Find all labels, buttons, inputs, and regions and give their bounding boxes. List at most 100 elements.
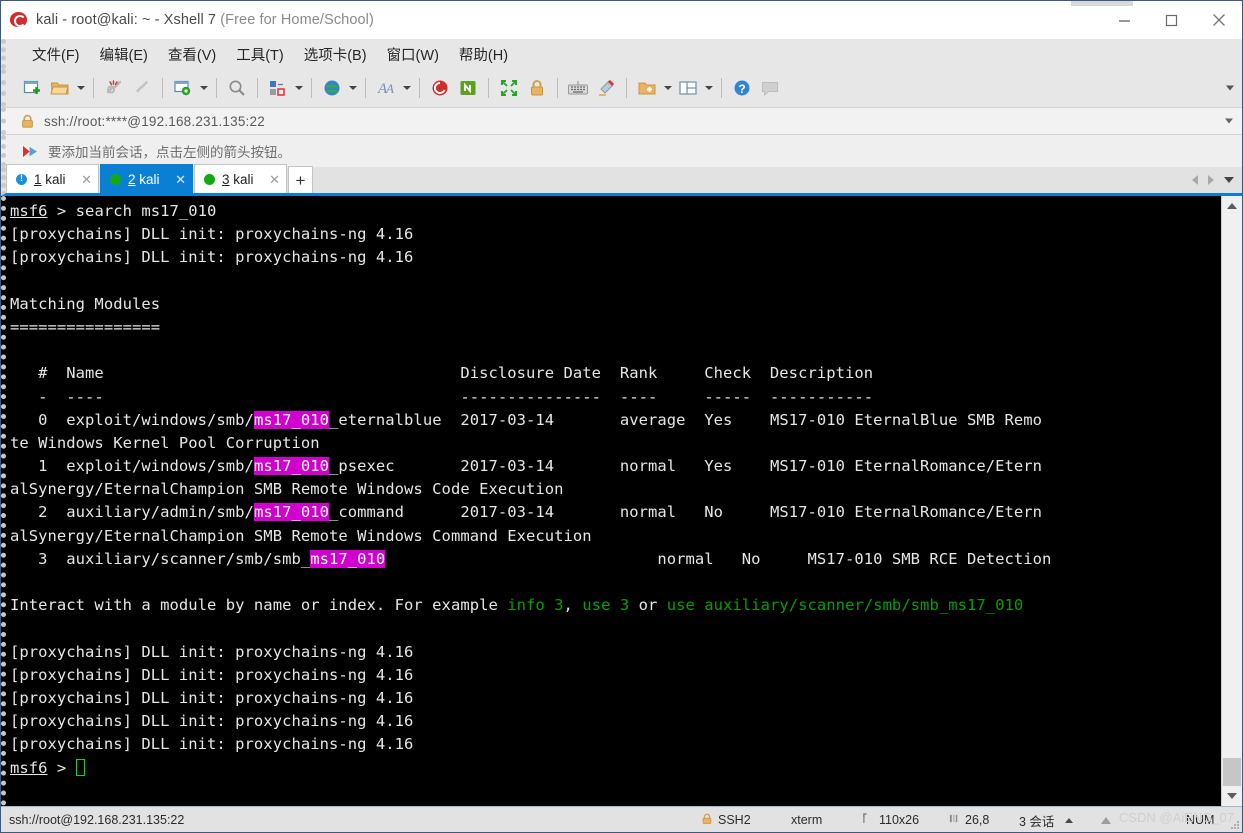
session-properties-icon[interactable] xyxy=(169,74,197,102)
next-tab-arrow-icon[interactable] xyxy=(1208,175,1214,185)
window-title: kali - root@kali: ~ - Xshell 7 (Free for… xyxy=(36,12,374,28)
status-sessions[interactable]: 3 会话 xyxy=(1019,807,1074,833)
prompt-label: msf6 xyxy=(10,202,48,220)
tab-2-label: 2 kali xyxy=(128,171,160,187)
address-dropdown-caret[interactable] xyxy=(1225,118,1233,124)
sessions-caret-icon[interactable] xyxy=(1065,817,1074,823)
disconnect-icon[interactable] xyxy=(100,74,128,102)
tab-3-kali[interactable]: 3 kali ✕ xyxy=(194,164,287,193)
menu-help[interactable]: 帮助(H) xyxy=(449,41,518,68)
scrollbar-track[interactable] xyxy=(1222,216,1242,786)
window-controls xyxy=(1101,1,1242,39)
toolbar-separator xyxy=(93,78,94,98)
transfer-file-icon[interactable] xyxy=(264,74,292,102)
scrollbar-thumb[interactable] xyxy=(1223,758,1241,786)
prev-tab-arrow-icon[interactable] xyxy=(1192,175,1198,185)
terminal-prompt-line: msf6 > search ms17_010 xyxy=(10,202,217,220)
prompt-label: msf6 xyxy=(10,758,48,777)
menu-edit[interactable]: 编辑(E) xyxy=(90,41,158,68)
status-protocol: SSH2 xyxy=(701,807,751,833)
status-connection: ssh://root@192.168.231.135:22 xyxy=(9,812,185,827)
layout-icon[interactable] xyxy=(674,74,702,102)
fullscreen-icon[interactable] xyxy=(495,74,523,102)
menu-tools[interactable]: 工具(T) xyxy=(226,41,294,68)
globe-icon[interactable] xyxy=(318,74,346,102)
toolbar-separator xyxy=(216,78,217,98)
terminal-line: ================ xyxy=(10,317,161,336)
terminal-module-row: 2 auxiliary/admin/smb/ms17_010_command 2… xyxy=(10,503,1043,522)
tab-2-close-icon[interactable]: ✕ xyxy=(175,173,186,186)
status-num-lock: NUM xyxy=(1186,813,1215,827)
tab-3-close-icon[interactable]: ✕ xyxy=(269,173,280,186)
reconnect-icon[interactable] xyxy=(128,74,156,102)
address-bar[interactable]: ssh://root:****@192.168.231.135:22 xyxy=(1,107,1242,135)
terminal-module-row: 1 exploit/windows/smb/ms17_010_psexec 20… xyxy=(10,457,1043,476)
status-cursor-position: 26,8 xyxy=(949,807,989,833)
new-tab-button[interactable]: + xyxy=(288,166,313,193)
keyboard-icon[interactable] xyxy=(564,74,592,102)
toolbar: A A ? xyxy=(1,69,1242,107)
menu-file[interactable]: 文件(F) xyxy=(22,41,90,68)
layout-dropdown-caret[interactable] xyxy=(702,74,715,102)
terminal-line: [proxychains] DLL init: proxychains-ng 4… xyxy=(10,642,414,661)
search-match-highlight: ms17_010 xyxy=(253,503,329,522)
add-to-folder-icon[interactable] xyxy=(633,74,661,102)
tab-2-kali[interactable]: 2 kali ✕ xyxy=(100,164,193,193)
status-terminal-type: xterm xyxy=(791,813,823,827)
resize-grip[interactable] xyxy=(1230,820,1240,830)
status-size-label: 110x26 xyxy=(879,813,920,827)
status-protocol-label: SSH2 xyxy=(718,813,751,827)
menu-view[interactable]: 查看(V) xyxy=(158,41,226,68)
terminal-module-row: 0 exploit/windows/smb/ms17_010_eternalbl… xyxy=(10,410,1043,429)
xshell-icon[interactable] xyxy=(426,74,454,102)
font-icon[interactable]: A A xyxy=(372,74,400,102)
menu-tabs[interactable]: 选项卡(B) xyxy=(294,41,377,68)
toolbar-separator xyxy=(626,78,627,98)
xshell-window: kali - root@kali: ~ - Xshell 7 (Free for… xyxy=(0,0,1243,833)
transfer-file-dropdown-caret[interactable] xyxy=(292,74,305,102)
terminal-module-row: 3 auxiliary/scanner/smb/smb_ms17_010 nor… xyxy=(10,549,1052,568)
toolbar-separator xyxy=(162,78,163,98)
menu-window[interactable]: 窗口(W) xyxy=(377,41,449,68)
search-match-highlight: ms17_010 xyxy=(310,549,386,568)
cursor-position-icon xyxy=(949,813,960,827)
toolbar-separator xyxy=(721,78,722,98)
highlight-icon[interactable] xyxy=(592,74,620,102)
status-size: 110x26 xyxy=(863,807,919,833)
tab-1-close-icon[interactable]: ✕ xyxy=(81,173,92,186)
find-icon[interactable] xyxy=(223,74,251,102)
font-dropdown-caret[interactable] xyxy=(400,74,413,102)
terminal-vertical-scrollbar[interactable] xyxy=(1221,196,1242,806)
tab-list-menu-caret[interactable] xyxy=(1224,177,1234,183)
terminal-output[interactable]: msf6 > search ms17_010 [proxychains] DLL … xyxy=(6,196,1221,806)
open-folder-icon[interactable] xyxy=(46,74,74,102)
status-sessions-label: 3 会话 xyxy=(1019,814,1055,829)
xftp-icon[interactable] xyxy=(454,74,482,102)
new-session-icon[interactable] xyxy=(18,74,46,102)
lock-icon[interactable] xyxy=(523,74,551,102)
svg-text:?: ? xyxy=(738,82,745,96)
menu-bar: 文件(F) 编辑(E) 查看(V) 工具(T) 选项卡(B) 窗口(W) 帮助(… xyxy=(1,39,1242,69)
minimize-button[interactable] xyxy=(1101,1,1148,39)
session-properties-dropdown-caret[interactable] xyxy=(197,74,210,102)
terminal-line: [proxychains] DLL init: proxychains-ng 4… xyxy=(10,248,414,267)
chat-icon[interactable] xyxy=(756,74,784,102)
title-bar: kali - root@kali: ~ - Xshell 7 (Free for… xyxy=(1,1,1242,39)
address-input[interactable]: ssh://root:****@192.168.231.135:22 xyxy=(44,114,265,129)
globe-dropdown-caret[interactable] xyxy=(346,74,359,102)
help-icon[interactable]: ? xyxy=(728,74,756,102)
toolbar-overflow-caret[interactable] xyxy=(1226,85,1234,91)
terminal-line: [proxychains] DLL init: proxychains-ng 4… xyxy=(10,735,414,754)
scroll-down-button[interactable] xyxy=(1222,786,1242,806)
window-title-suffix: (Free for Home/School) xyxy=(220,12,374,28)
terminal-line: alSynergy/EternalChampion SMB Remote Win… xyxy=(10,526,592,545)
maximize-button[interactable] xyxy=(1148,1,1195,39)
add-to-folder-dropdown-caret[interactable] xyxy=(661,74,674,102)
close-button[interactable] xyxy=(1195,1,1242,39)
tab-1-label: 1 kali xyxy=(34,171,66,187)
scroll-up-button[interactable] xyxy=(1222,196,1242,216)
tab-1-kali[interactable]: 1 kali ✕ xyxy=(6,164,99,193)
red-arrow-icon xyxy=(22,144,39,159)
toolbar-separator xyxy=(257,78,258,98)
open-folder-dropdown-caret[interactable] xyxy=(74,74,87,102)
